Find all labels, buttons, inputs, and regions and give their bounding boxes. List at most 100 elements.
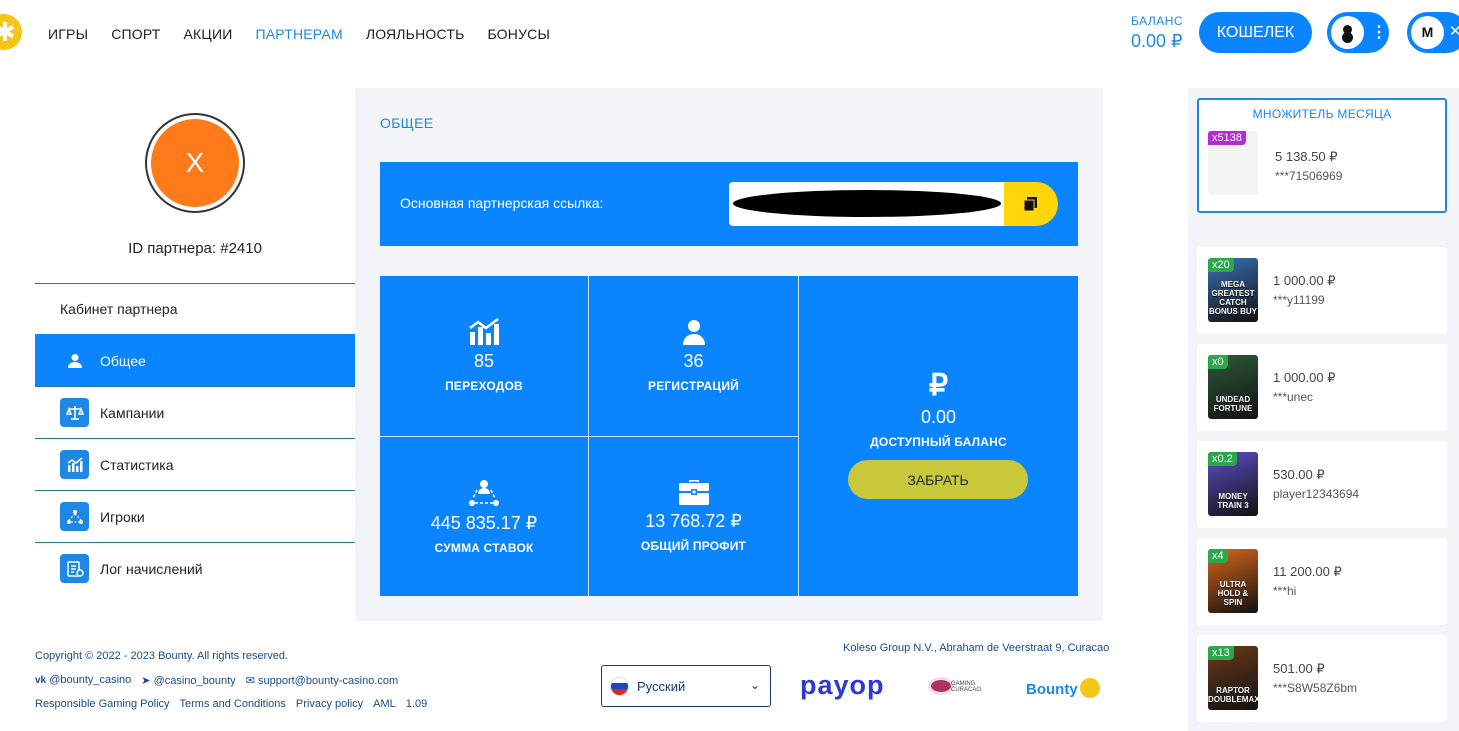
- payop-logo: payop: [800, 670, 885, 700]
- registrations-stat: 36 РЕГИСТРАЦИЙ: [589, 318, 798, 393]
- withdraw-button[interactable]: ЗАБРАТЬ: [848, 460, 1028, 499]
- ruble-icon: ₽: [928, 369, 949, 402]
- menu-item-general[interactable]: Общее: [35, 334, 355, 386]
- multiplier-badge: x13: [1208, 646, 1234, 660]
- win-user: ***S8W58Z6bm: [1273, 681, 1358, 695]
- partner-account-button[interactable]: M ✕: [1407, 12, 1459, 53]
- win-user: ***y11199: [1273, 293, 1325, 307]
- bounty-footer-logo: Bounty: [1026, 678, 1100, 698]
- menu-item-accrual-log[interactable]: Лог начислений: [35, 542, 355, 594]
- game-title: ULTRA HOLD & SPIN: [1217, 580, 1249, 607]
- registrations-label: РЕГИСТРАЦИЙ: [648, 379, 739, 393]
- multiplier-badge: x5138: [1208, 131, 1246, 145]
- nav-games[interactable]: ИГРЫ: [48, 26, 88, 42]
- chart-icon: [60, 450, 89, 479]
- win-amount: 5 138.50 ₽: [1275, 149, 1338, 164]
- game-thumbnail: x5138: [1208, 131, 1258, 195]
- nav-loyalty[interactable]: ЛОЯЛЬНОСТЬ: [366, 26, 465, 42]
- clicks-label: ПЕРЕХОДОВ: [445, 379, 523, 393]
- wins-feed: МНОЖИТЕЛЬ МЕСЯЦА x5138 5 138.50 ₽ ***715…: [1188, 88, 1459, 731]
- profit-value: 13 768.72 ₽: [645, 511, 742, 531]
- win-amount: 530.00 ₽: [1273, 467, 1325, 482]
- briefcase-icon: [678, 480, 709, 505]
- multiplier-badge: x4: [1208, 549, 1228, 563]
- nav-partners[interactable]: ПАРТНЕРАМ: [256, 26, 343, 42]
- header: ИГРЫ СПОРТ АКЦИИ ПАРТНЕРАМ ЛОЯЛЬНОСТЬ БО…: [0, 0, 1459, 70]
- telegram-link[interactable]: ➤ @casino_bounty: [141, 674, 235, 687]
- win-user: ***unec: [1273, 390, 1314, 404]
- multiplier-badge: x0.2: [1208, 452, 1237, 466]
- language-select[interactable]: Русский ⌄: [601, 665, 771, 707]
- menu-item-label: Лог начислений: [100, 560, 203, 577]
- bets-label: СУММА СТАВОК: [434, 541, 534, 555]
- month-multiplier-title: МНОЖИТЕЛЬ МЕСЯЦА: [1252, 107, 1392, 121]
- network-icon: [469, 480, 499, 506]
- russia-flag-icon: [610, 676, 629, 696]
- aml-link[interactable]: AML: [373, 698, 396, 710]
- wallet-button[interactable]: КОШЕЛЕК: [1199, 12, 1312, 53]
- sun-icon: [1079, 678, 1100, 698]
- vk-link[interactable]: vk @bounty_casino: [35, 674, 131, 686]
- month-multiplier-card[interactable]: МНОЖИТЕЛЬ МЕСЯЦА x5138 5 138.50 ₽ ***715…: [1197, 98, 1447, 213]
- menu-item-label: Общее: [100, 352, 146, 369]
- close-icon[interactable]: ✕: [1449, 22, 1459, 40]
- copy-link-button[interactable]: [1004, 182, 1058, 226]
- win-amount: 1 000.00 ₽: [1273, 370, 1336, 385]
- win-card[interactable]: x20 MEGA GREATEST CATCH BONUS BUY 1 000.00…: [1197, 247, 1447, 334]
- menu-item-campaigns[interactable]: Кампании: [35, 386, 355, 438]
- more-vertical-icon: ⋮: [1371, 24, 1387, 41]
- scales-icon: [60, 398, 89, 427]
- win-card[interactable]: x0.2 MONEY TRAIN 3 530.00 ₽ player12343694: [1197, 441, 1447, 528]
- partner-link-label: Основная партнерская ссылка:: [400, 195, 604, 211]
- gaming-curacao-logo: GAMING CURACAO: [927, 675, 997, 697]
- mail-icon: ✉: [245, 674, 255, 687]
- profit-label: ОБЩИЙ ПРОФИТ: [640, 539, 747, 553]
- game-thumbnail: x0 UNDEAD FORTUNE: [1208, 355, 1258, 419]
- balance-value: 0.00 ₽: [1131, 31, 1183, 51]
- multiplier-badge: x0: [1208, 355, 1228, 369]
- bets-stat: 445 835.17 ₽ СУММА СТАВОК: [380, 478, 588, 555]
- win-amount: 1 000.00 ₽: [1273, 273, 1336, 288]
- terms-link[interactable]: Terms and Conditions: [180, 698, 286, 710]
- multiplier-badge: x20: [1208, 258, 1234, 272]
- win-card[interactable]: x4 ULTRA HOLD & SPIN 11 200.00 ₽ ***hi: [1197, 538, 1447, 625]
- chevron-down-icon: ⌄: [749, 678, 760, 692]
- clicks-stat: 85 ПЕРЕХОДОВ: [380, 318, 588, 393]
- nav-bonuses[interactable]: БОНУСЫ: [487, 26, 550, 42]
- user-menu-button[interactable]: ⋮: [1327, 12, 1389, 53]
- footer: Copyright © 2022 - 2023 Bounty. All righ…: [35, 644, 427, 716]
- clicks-value: 85: [473, 351, 495, 371]
- nav-sport[interactable]: СПОРТ: [111, 26, 160, 42]
- copyright: Copyright © 2022 - 2023 Bounty. All righ…: [35, 650, 289, 662]
- responsible-gaming-link[interactable]: Responsible Gaming Policy: [35, 698, 170, 710]
- menu-item-players[interactable]: Игроки: [35, 490, 355, 542]
- available-balance-value: 0.00: [920, 407, 957, 427]
- redacted-link: [733, 190, 1001, 217]
- version: 1.09: [405, 698, 428, 710]
- network-icon: [60, 502, 89, 531]
- privacy-link[interactable]: Privacy policy: [296, 698, 363, 710]
- registrations-value: 36: [683, 351, 704, 371]
- partner-id: ID партнера: #2410: [128, 240, 262, 257]
- partner-menu: Кабинет партнера Общее Кампании Статисти…: [35, 283, 355, 594]
- avatar: X: [151, 119, 239, 207]
- stats-grid: 85 ПЕРЕХОДОВ 36 РЕГИСТРАЦИЙ 445 835.17 ₽…: [380, 276, 1078, 596]
- user-icon: [682, 320, 705, 345]
- partner-link-field[interactable]: [729, 182, 1004, 226]
- bets-value: 445 835.17 ₽: [430, 513, 538, 533]
- game-title: UNDEAD FORTUNE: [1213, 395, 1253, 413]
- avatar-ring: X: [145, 113, 245, 213]
- nav-promotions[interactable]: АКЦИИ: [184, 26, 233, 42]
- menu-item-statistics[interactable]: Статистика: [35, 438, 355, 490]
- game-thumbnail: x4 ULTRA HOLD & SPIN: [1208, 549, 1258, 613]
- win-card[interactable]: x13 RAPTOR DOUBLEMAX 501.00 ₽ ***S8W58Z6bm: [1197, 635, 1447, 722]
- user-icon: [1331, 16, 1364, 49]
- email-link[interactable]: ✉ support@bounty-casino.com: [246, 674, 398, 687]
- section-title: ОБЩЕЕ: [380, 115, 434, 131]
- bounty-logo-icon[interactable]: [0, 14, 22, 50]
- user-icon: [60, 346, 89, 375]
- win-card[interactable]: x0 UNDEAD FORTUNE 1 000.00 ₽ ***unec: [1197, 344, 1447, 431]
- win-user: ***hi: [1273, 584, 1297, 598]
- profit-stat: 13 768.72 ₽ ОБЩИЙ ПРОФИТ: [589, 478, 798, 553]
- menu-item-label: Кампании: [100, 404, 165, 421]
